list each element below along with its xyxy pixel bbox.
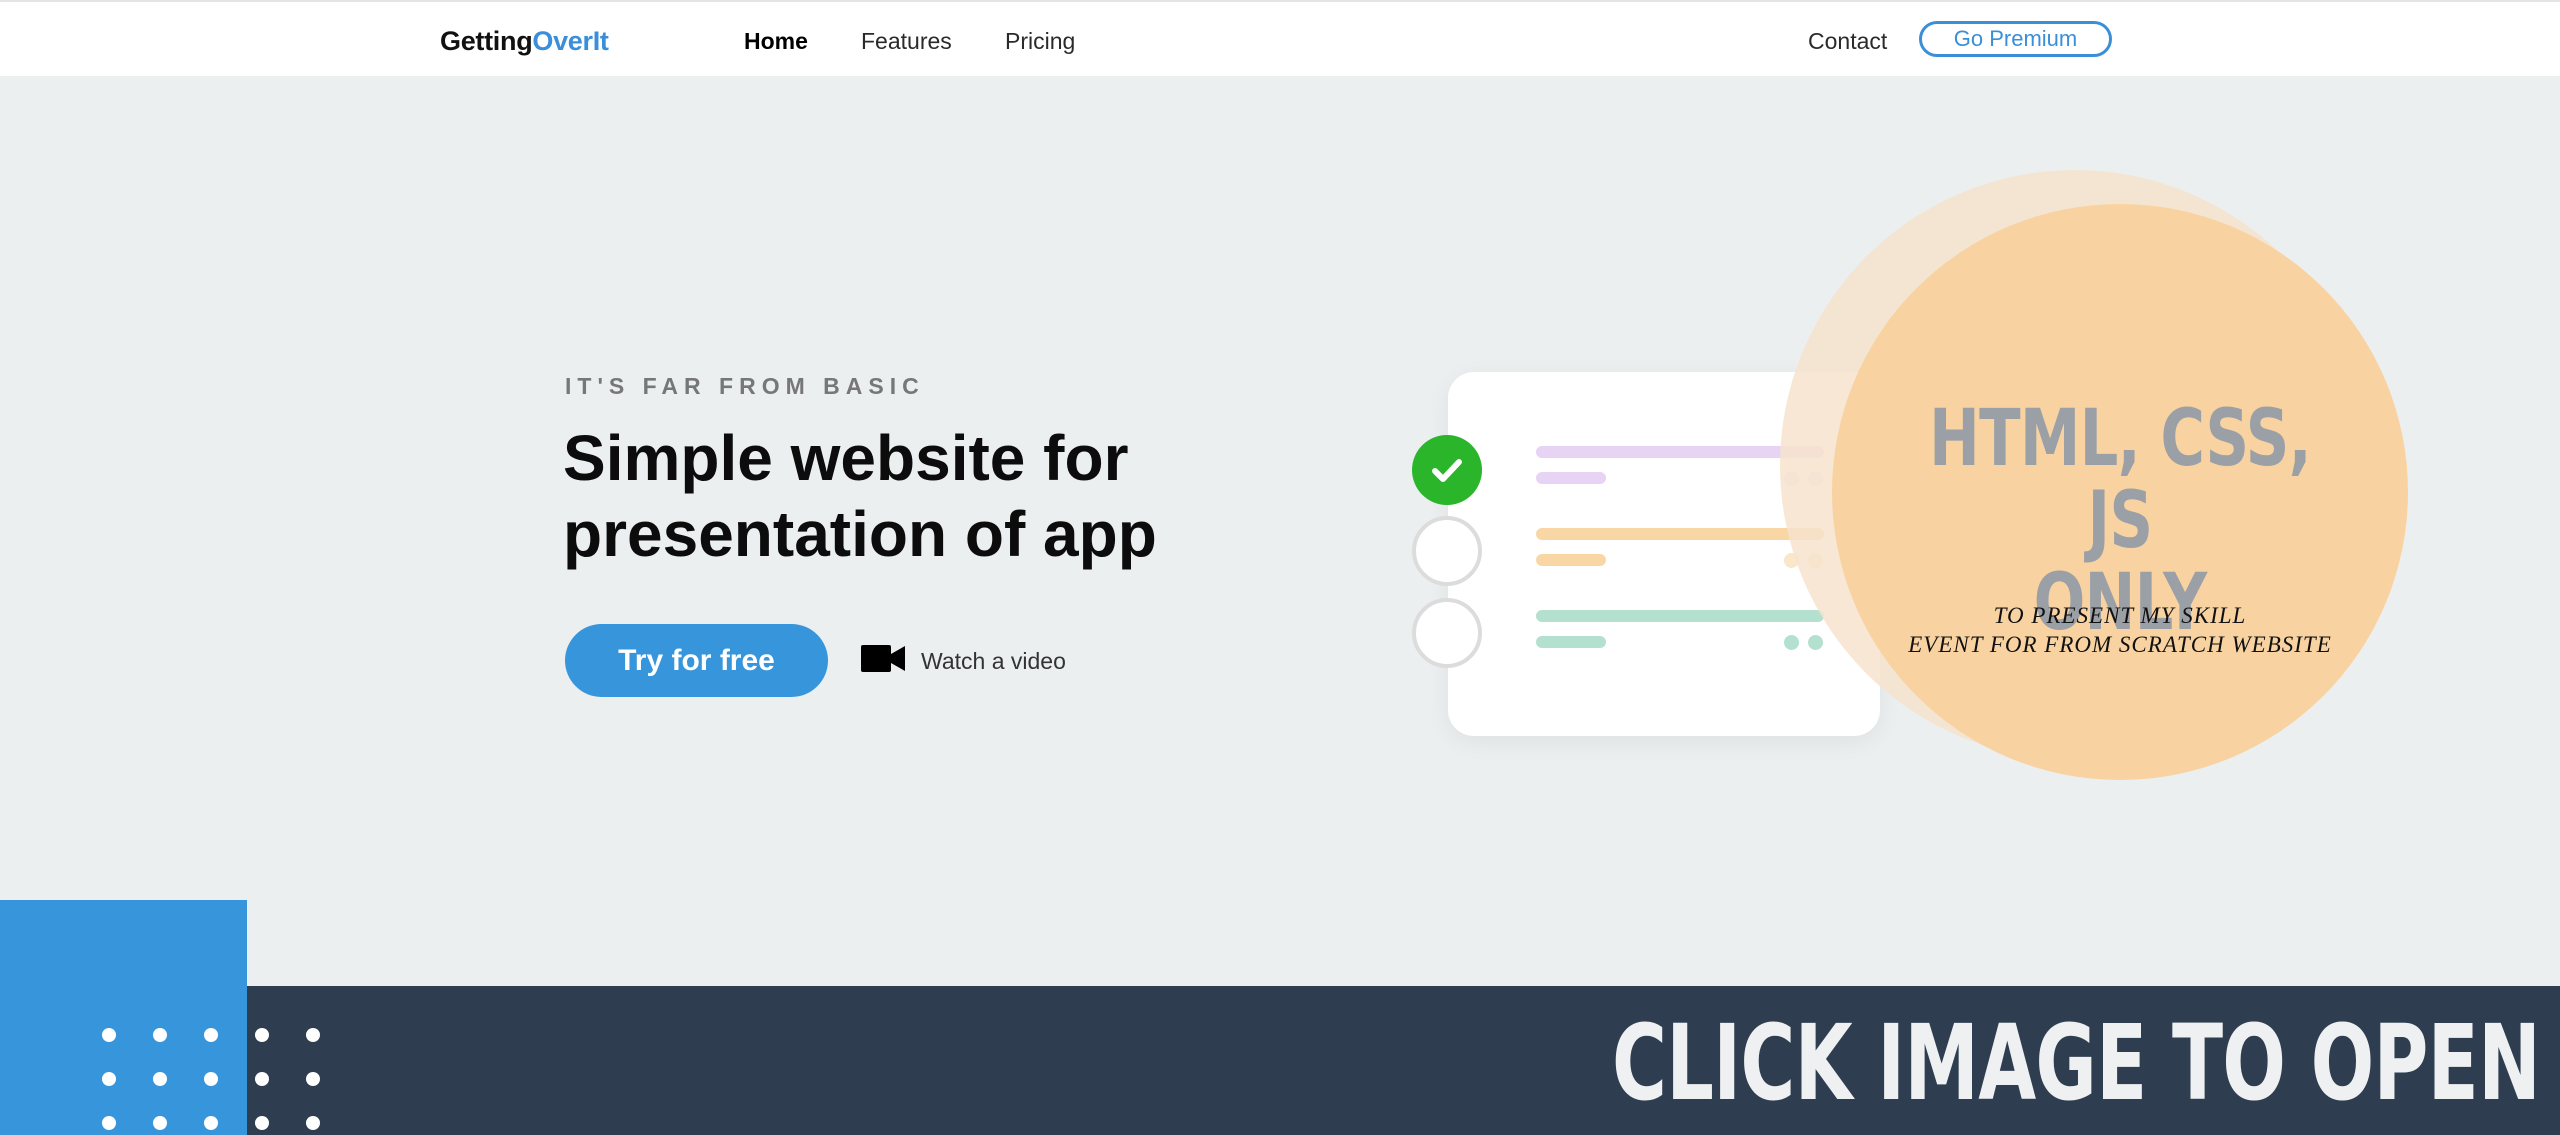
go-premium-button[interactable]: Go Premium [1919, 21, 2112, 57]
brand-name-part2: OverIt [532, 26, 609, 56]
list-dot [1784, 635, 1799, 650]
promo-subtitle-line-1: TO PRESENT MY SKILL [1993, 603, 2247, 628]
checked-circle-icon [1412, 435, 1482, 505]
list-bar-long [1536, 610, 1824, 622]
nav-link-home[interactable]: Home [744, 28, 808, 55]
list-bar-short [1536, 472, 1606, 484]
video-camera-icon[interactable] [861, 645, 905, 672]
brand-name-part1: Getting [440, 26, 533, 56]
nav-link-features[interactable]: Features [861, 28, 952, 55]
list-bar-short [1536, 636, 1606, 648]
dot-grid-decoration [102, 1028, 332, 1135]
hero-headline-line-1: Simple website for [563, 422, 1129, 494]
hero-headline: Simple website for presentation of app [563, 420, 1263, 572]
click-to-open-banner-text[interactable]: CLICK IMAGE TO OPEN [1612, 1003, 2541, 1123]
promo-title-line-1: HTML, CSS, JS [1928, 394, 2312, 566]
hero-headline-line-2: presentation of app [563, 498, 1157, 570]
unchecked-circle-icon [1412, 598, 1482, 668]
watch-video-link[interactable]: Watch a video [921, 648, 1066, 675]
checkmark-icon [1432, 459, 1462, 482]
list-bar-short [1536, 554, 1606, 566]
promo-subtitle: TO PRESENT MY SKILL EVENT FOR FROM SCRAT… [1832, 601, 2408, 659]
nav-link-pricing[interactable]: Pricing [1005, 28, 1075, 55]
top-navbar: GettingOverIt Home Features Pricing Cont… [0, 0, 2560, 76]
nav-link-contact[interactable]: Contact [1808, 28, 1887, 55]
list-dot [1808, 635, 1823, 650]
try-for-free-button[interactable]: Try for free [565, 624, 828, 697]
hero-eyebrow: IT'S FAR FROM BASIC [565, 373, 925, 399]
promo-subtitle-line-2: EVENT FOR FROM SCRATCH WEBSITE [1908, 632, 2332, 657]
list-bar-long [1536, 528, 1824, 540]
unchecked-circle-icon [1412, 516, 1482, 586]
brand-logo[interactable]: GettingOverIt [440, 26, 609, 57]
